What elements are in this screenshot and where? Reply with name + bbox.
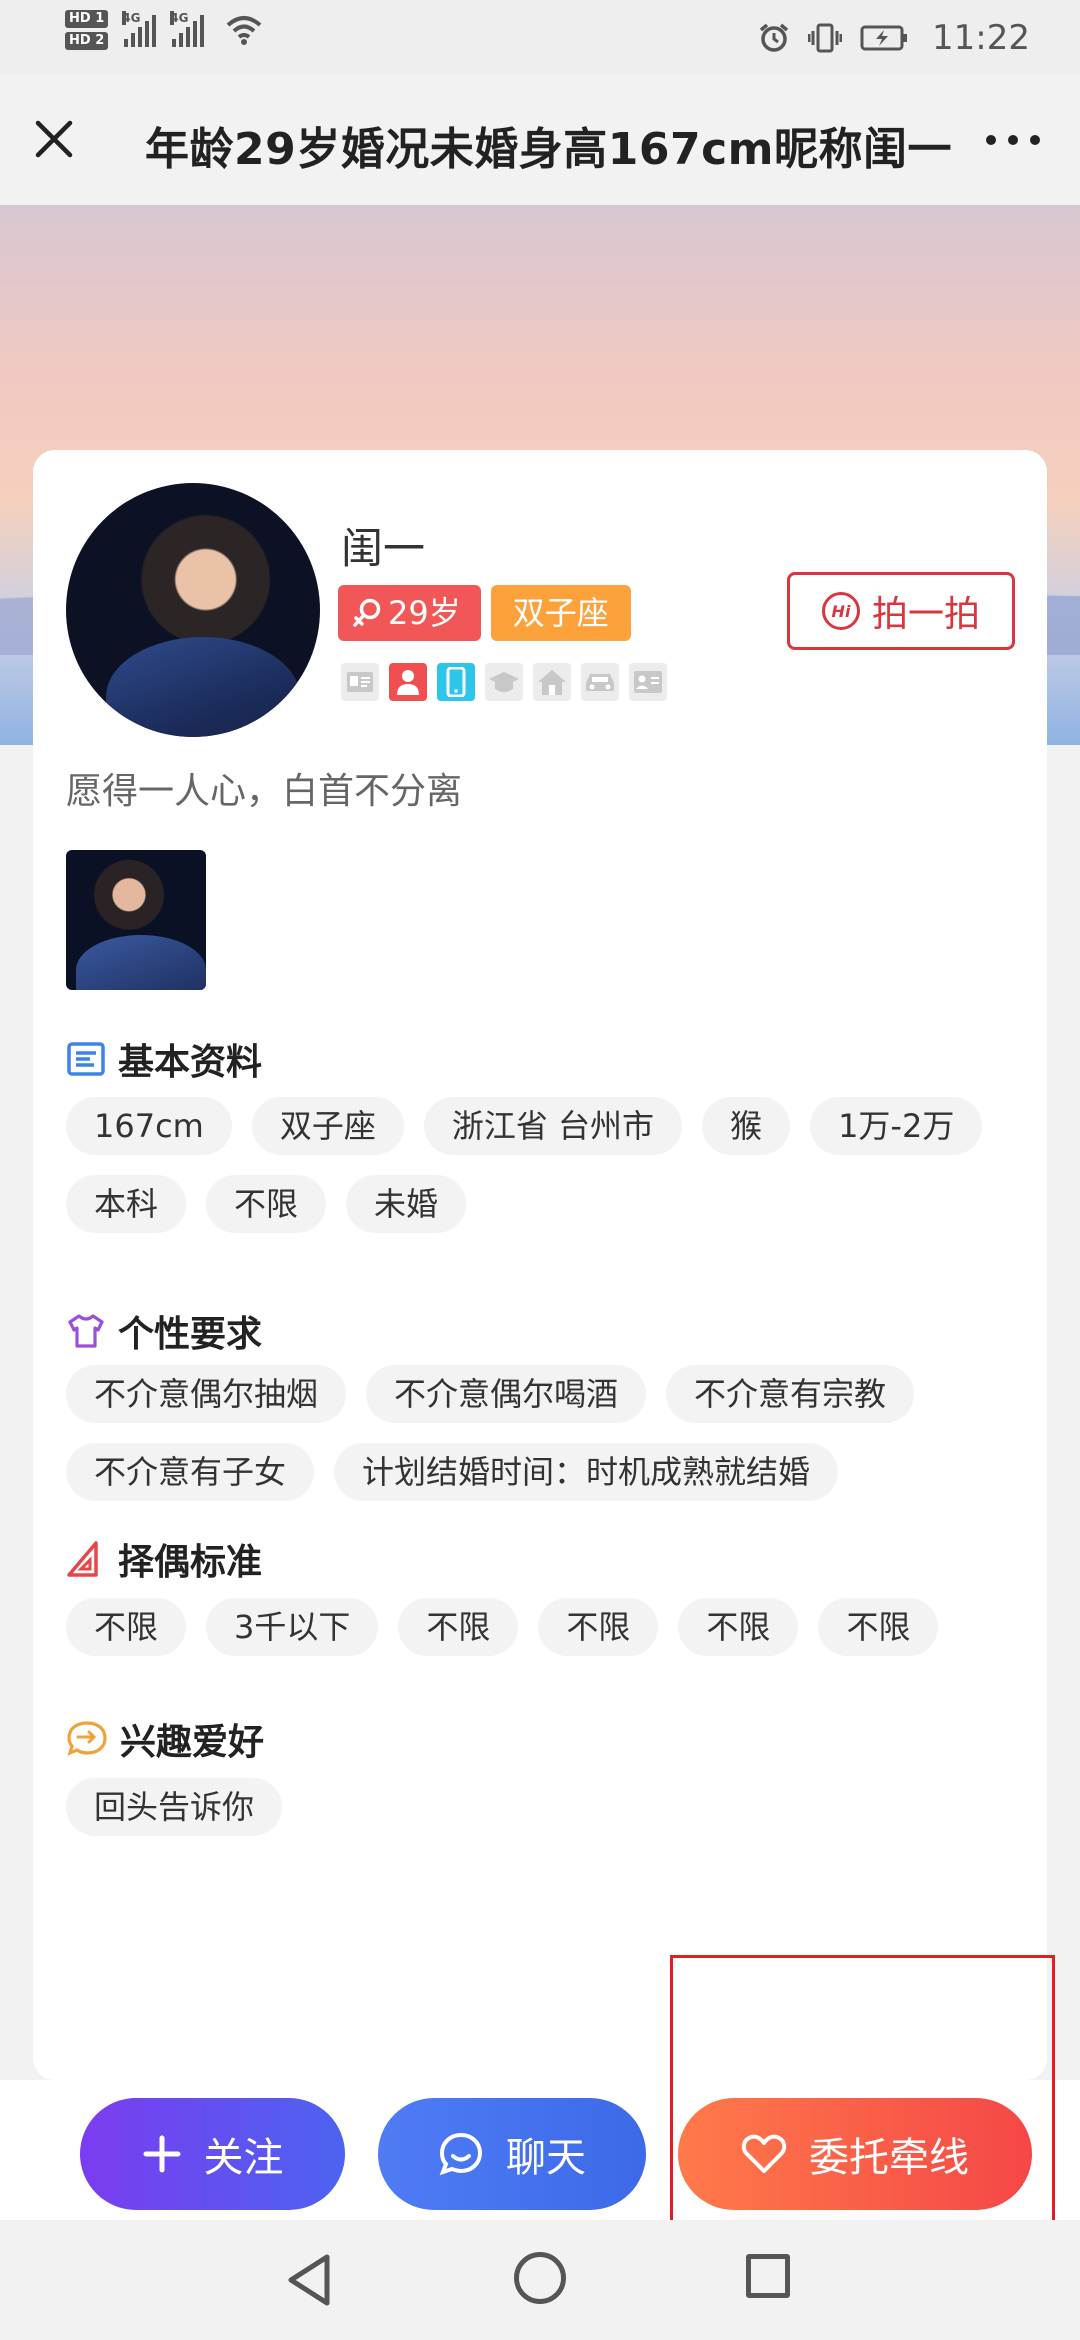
chip-partner-1: 不限 <box>66 1598 187 1656</box>
close-icon[interactable] <box>34 119 74 159</box>
back-icon[interactable] <box>285 2252 335 2308</box>
chat-button[interactable]: 聊天 <box>378 2098 646 2210</box>
battery-charging-icon <box>860 25 908 51</box>
section-title-label: 择偶标准 <box>118 1542 263 1583</box>
chip-marital-status: 未婚 <box>346 1175 467 1233</box>
hd2-badge: HD 2 <box>65 32 109 50</box>
section-title-basic: 基本资料 <box>66 1033 262 1085</box>
more-options-icon[interactable] <box>986 135 1040 145</box>
zodiac-tag: 双子座 <box>490 585 631 641</box>
vibrate-icon <box>808 23 843 53</box>
page-header: 年龄29岁婚况未婚身高167cm昵称闺一 <box>0 75 1080 205</box>
female-icon <box>353 598 381 627</box>
clock: 11:22 <box>932 18 1030 58</box>
phone-verified-icon <box>437 663 475 701</box>
house-icon <box>533 663 571 701</box>
section-title-partner: 择偶标准 <box>66 1533 262 1585</box>
photo-thumbnail[interactable] <box>66 850 206 990</box>
verification-badges <box>341 663 667 701</box>
section-title-personality: 个性要求 <box>66 1305 262 1357</box>
poke-button[interactable]: Hi 拍一拍 <box>787 572 1015 650</box>
chip-zodiac: 双子座 <box>251 1097 404 1155</box>
chat-button-label: 聊天 <box>506 2135 586 2181</box>
nickname: 闺一 <box>341 524 426 573</box>
document-icon <box>67 1042 105 1076</box>
home-icon[interactable] <box>514 2252 566 2304</box>
hd1-badge: HD 1 <box>65 10 109 28</box>
chip-children: 不介意有子女 <box>66 1443 315 1501</box>
section-title-label: 兴趣爱好 <box>120 1722 265 1763</box>
triangle-ruler-icon <box>67 1541 98 1577</box>
follow-button-label: 关注 <box>203 2135 284 2181</box>
chip-religion: 不介意有宗教 <box>666 1365 915 1423</box>
chat-bubble-icon <box>67 1721 107 1756</box>
real-person-icon <box>389 663 427 701</box>
chip-partner-4: 不限 <box>538 1598 659 1656</box>
chip-hobby: 回头告诉你 <box>66 1778 283 1836</box>
chip-education: 本科 <box>66 1175 187 1233</box>
section-title-label: 个性要求 <box>118 1314 263 1355</box>
follow-button[interactable]: 关注 <box>80 2098 345 2210</box>
education-icon <box>485 663 523 701</box>
chip-marriage-plan: 计划结婚时间：时机成熟就结婚 <box>334 1443 839 1501</box>
motto: 愿得一人心，白首不分离 <box>66 771 463 812</box>
status-bar-right: 11:22 <box>758 18 1030 58</box>
poke-button-label: 拍一拍 <box>871 594 980 635</box>
recent-apps-icon[interactable] <box>746 2254 790 2298</box>
status-bar: HD 1 HD 2 4G 4G 11:22 <box>0 0 1080 75</box>
profile-card: 闺一 29岁 双子座 Hi 拍一拍 愿得一人心，白首不分离 基本资料 167cm… <box>33 450 1047 2080</box>
chip-partner-2: 3千以下 <box>206 1598 379 1656</box>
chip-smoking: 不介意偶尔抽烟 <box>66 1365 347 1423</box>
id-card-icon <box>341 663 379 701</box>
plus-icon <box>143 2135 180 2173</box>
profile-tags: 29岁 双子座 <box>338 585 631 641</box>
shirt-icon <box>68 1314 104 1348</box>
signal-icon-1: 4G <box>122 11 157 47</box>
chip-location: 浙江省 台州市 <box>423 1097 683 1155</box>
chip-chinese-zodiac: 猴 <box>702 1097 791 1155</box>
section-title-hobbies: 兴趣爱好 <box>66 1713 264 1765</box>
sim-badges: HD 1 HD 2 <box>65 10 109 50</box>
system-nav-bar <box>0 2220 1080 2340</box>
signal-icon-2: 4G <box>170 11 205 47</box>
chip-partner-6: 不限 <box>818 1598 939 1656</box>
section-title-label: 基本资料 <box>118 1042 263 1083</box>
basic-info-chips: 167cm 双子座 浙江省 台州市 猴 1万-2万 本科 不限 未婚 <box>66 1097 1026 1233</box>
car-icon <box>581 663 619 701</box>
chip-income: 1万-2万 <box>810 1097 983 1155</box>
certificate-icon <box>629 663 667 701</box>
chat-icon <box>439 2132 483 2176</box>
status-bar-left: HD 1 HD 2 4G 4G <box>65 10 262 50</box>
partner-standard-chips: 不限 3千以下 不限 不限 不限 不限 <box>66 1598 1026 1656</box>
personality-chips: 不介意偶尔抽烟 不介意偶尔喝酒 不介意有宗教 不介意有子女 计划结婚时间：时机成… <box>66 1365 1026 1501</box>
chip-drinking: 不介意偶尔喝酒 <box>366 1365 647 1423</box>
hi-icon: Hi <box>821 592 860 630</box>
network-type-label: 4G <box>122 11 141 25</box>
age-tag: 29岁 <box>338 585 481 641</box>
network-type-label: 4G <box>170 11 189 25</box>
alarm-icon <box>759 23 789 52</box>
chip-partner-5: 不限 <box>678 1598 799 1656</box>
chip-height: 167cm <box>66 1097 232 1155</box>
chip-unspecified: 不限 <box>206 1175 327 1233</box>
age-label: 29岁 <box>388 594 461 632</box>
wifi-icon <box>226 16 262 45</box>
avatar[interactable] <box>66 483 320 737</box>
page-title: 年龄29岁婚况未婚身高167cm昵称闺一 <box>145 124 953 175</box>
highlight-box <box>670 1955 1055 2248</box>
hobbies-chips: 回头告诉你 <box>66 1778 1026 1836</box>
chip-partner-3: 不限 <box>398 1598 519 1656</box>
